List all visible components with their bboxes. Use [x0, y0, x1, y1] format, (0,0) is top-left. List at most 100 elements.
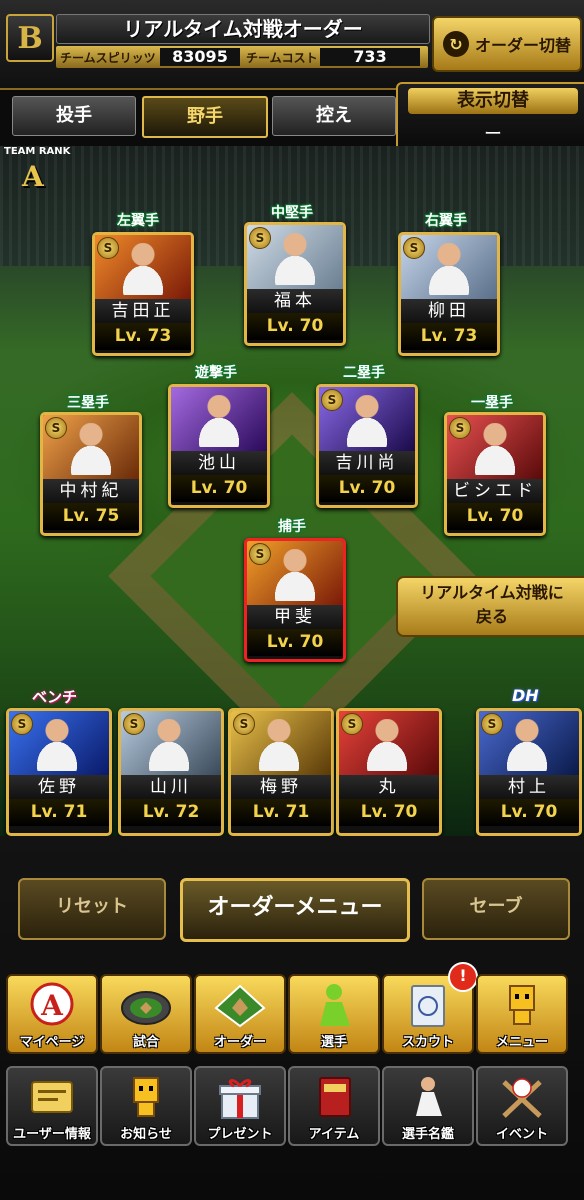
header: B リアルタイム対戦オーダー チームスピリッツ 83095 チームコスト 733…: [0, 0, 584, 90]
scout-icon: [411, 985, 445, 1027]
menu-event[interactable]: イベント: [476, 1066, 568, 1146]
pos-label-catcher: 捕手: [278, 519, 306, 535]
menu-notices[interactable]: お知らせ: [100, 1066, 192, 1146]
menu-user-info[interactable]: ユーザー情報: [6, 1066, 98, 1146]
player-level: Lv. 71: [9, 799, 109, 826]
player-portrait: [259, 719, 299, 771]
team-spirit-label: チームスピリッツ: [60, 51, 156, 65]
item-icon: [319, 1077, 351, 1117]
player-portrait: [507, 719, 547, 771]
player-card-left-field[interactable]: S 吉田正 Lv. 73: [92, 232, 194, 356]
player-level: Lv. 71: [231, 799, 331, 826]
menu-game[interactable]: 試合: [100, 974, 192, 1054]
return-to-realtime-button[interactable]: リアルタイム対戦に 戻る: [396, 576, 584, 637]
pos-label-first-base: 一塁手: [471, 395, 513, 411]
rarity-badge: S: [249, 227, 271, 249]
player-level: Lv. 70: [171, 475, 267, 502]
player-portrait: [367, 719, 407, 771]
menu-items[interactable]: アイテム: [288, 1066, 380, 1146]
rarity-badge: S: [321, 389, 343, 411]
baseball-bats-icon: [502, 1078, 542, 1118]
tab-reserve[interactable]: 控え: [272, 96, 396, 136]
player-level: Lv. 70: [247, 313, 343, 340]
player-card-shortstop[interactable]: 池山 Lv. 70: [168, 384, 270, 508]
player-portrait: [475, 423, 515, 475]
menu-label: イベント: [495, 1127, 548, 1142]
menu-players[interactable]: 選手: [288, 974, 380, 1054]
menu-label: スカウト: [401, 1035, 454, 1050]
scout-notification-badge: !: [448, 962, 478, 992]
return-line-1: リアルタイム対戦に: [420, 583, 564, 602]
rarity-badge: S: [449, 417, 471, 439]
rarity-badge: S: [481, 713, 503, 735]
menu-present[interactable]: プレゼント: [194, 1066, 286, 1146]
rarity-badge: S: [11, 713, 33, 735]
svg-text:A: A: [40, 989, 64, 1022]
stadium-icon: [121, 991, 171, 1025]
player-portrait: [71, 423, 111, 475]
order-switch-button[interactable]: ↻ オーダー切替: [432, 16, 582, 72]
menu-label: 選手名鑑: [401, 1127, 454, 1142]
player-card-first-base[interactable]: S ビシエド Lv. 70: [444, 412, 546, 536]
player-card-right-field[interactable]: S 柳田 Lv. 73: [398, 232, 500, 356]
player-portrait: [429, 243, 469, 295]
player-name: 柳田: [401, 299, 497, 323]
tab-fielder[interactable]: 野手: [142, 96, 268, 138]
pos-label-third-base: 三塁手: [67, 395, 109, 411]
player-card-second-base[interactable]: S 吉川尚 Lv. 70: [316, 384, 418, 508]
return-line-2: 戻る: [475, 607, 508, 626]
team-cost-label: チームコスト: [246, 51, 318, 65]
player-name: 甲斐: [247, 605, 343, 629]
player-portrait: [275, 233, 315, 285]
menu-label: ユーザー情報: [13, 1127, 91, 1142]
reset-button[interactable]: リセット: [18, 878, 166, 940]
player-portrait: [199, 395, 239, 447]
bench-card-2[interactable]: S 山川 Lv. 72: [118, 708, 224, 836]
mascot-icon: [509, 985, 535, 1025]
bench-card-dh[interactable]: S 村上 Lv. 70: [476, 708, 582, 836]
order-menu-button[interactable]: オーダーメニュー: [180, 878, 410, 942]
player-level: Lv. 70: [247, 629, 343, 656]
rarity-badge: S: [97, 237, 119, 259]
tab-pitcher[interactable]: 投手: [12, 96, 136, 136]
team-stats: チームスピリッツ 83095 チームコスト 733: [56, 46, 428, 68]
bench-card-4[interactable]: S 丸 Lv. 70: [336, 708, 442, 836]
player-name: 中村紀: [43, 479, 139, 503]
menu-my-page[interactable]: A マイページ: [6, 974, 98, 1054]
player-name: 佐野: [9, 775, 109, 799]
player-card-center-field[interactable]: S 福本 Lv. 70: [244, 222, 346, 346]
player-level: Lv. 75: [43, 503, 139, 530]
menu-order[interactable]: オーダー: [194, 974, 286, 1054]
bench-card-3[interactable]: S 梅野 Lv. 71: [228, 708, 334, 836]
player-portrait: [123, 243, 163, 295]
pos-label-center-field: 中堅手: [271, 205, 313, 221]
bench-card-1[interactable]: S 佐野 Lv. 71: [6, 708, 112, 836]
menu-main[interactable]: メニュー: [476, 974, 568, 1054]
rarity-badge: S: [341, 713, 363, 735]
display-toggle-button[interactable]: 表示切替 ー: [396, 82, 584, 152]
gift-icon: [219, 1079, 261, 1119]
player-card-third-base[interactable]: S 中村紀 Lv. 75: [40, 412, 142, 536]
menu-label: オーダー: [213, 1035, 266, 1050]
player-name: 丸: [339, 775, 439, 799]
display-toggle-value: ー: [484, 124, 502, 145]
player-silhouette-icon: [320, 984, 350, 1026]
player-name: 池山: [171, 451, 267, 475]
player-level: Lv. 70: [447, 503, 543, 530]
player-level: Lv. 70: [479, 799, 579, 826]
menu-player-directory[interactable]: 選手名鑑: [382, 1066, 474, 1146]
menu-label: プレゼント: [207, 1127, 273, 1142]
menu-label: マイページ: [19, 1035, 85, 1050]
dh-label: DH: [512, 686, 539, 705]
player-art: [171, 387, 267, 451]
player-directory-icon: [416, 1077, 442, 1116]
team-logo: B: [6, 14, 54, 62]
menu-label: アイテム: [308, 1127, 360, 1142]
player-card-catcher[interactable]: S 甲斐 Lv. 70: [244, 538, 346, 662]
player-name: 吉川尚: [319, 451, 415, 475]
team-rank-label: TEAM RANK: [4, 146, 71, 157]
pos-label-left-field: 左翼手: [117, 213, 159, 229]
save-button[interactable]: セーブ: [422, 878, 570, 940]
field-icon: [214, 984, 266, 1028]
rarity-badge: S: [233, 713, 255, 735]
